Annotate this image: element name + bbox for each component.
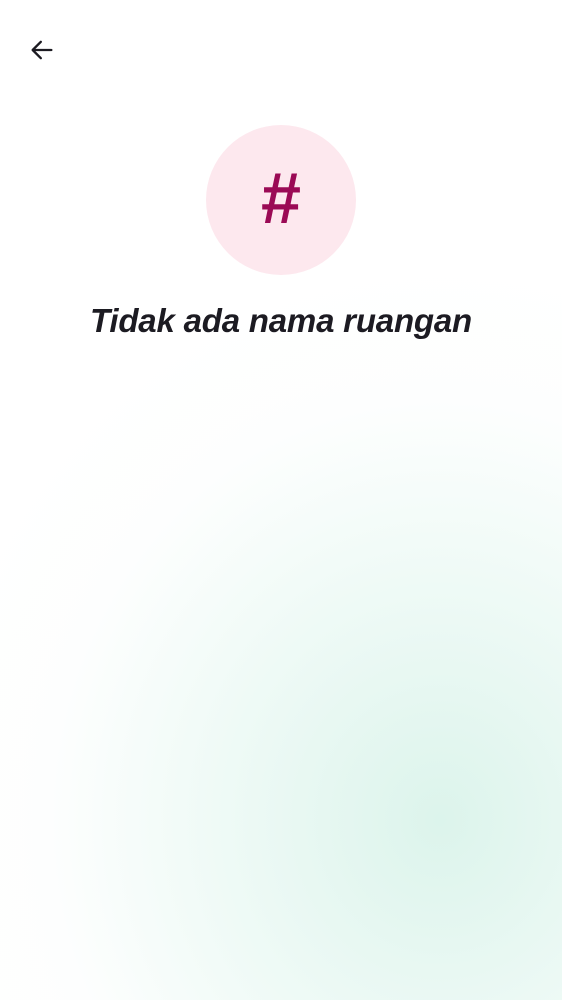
hash-icon: # — [260, 159, 302, 239]
back-button[interactable] — [20, 28, 64, 72]
room-avatar: # — [206, 125, 356, 275]
room-name-title: Tidak ada nama ruangan — [90, 302, 472, 339]
room-details-screen: # Tidak ada nama ruangan — [0, 0, 562, 1000]
arrow-left-icon — [28, 36, 56, 64]
